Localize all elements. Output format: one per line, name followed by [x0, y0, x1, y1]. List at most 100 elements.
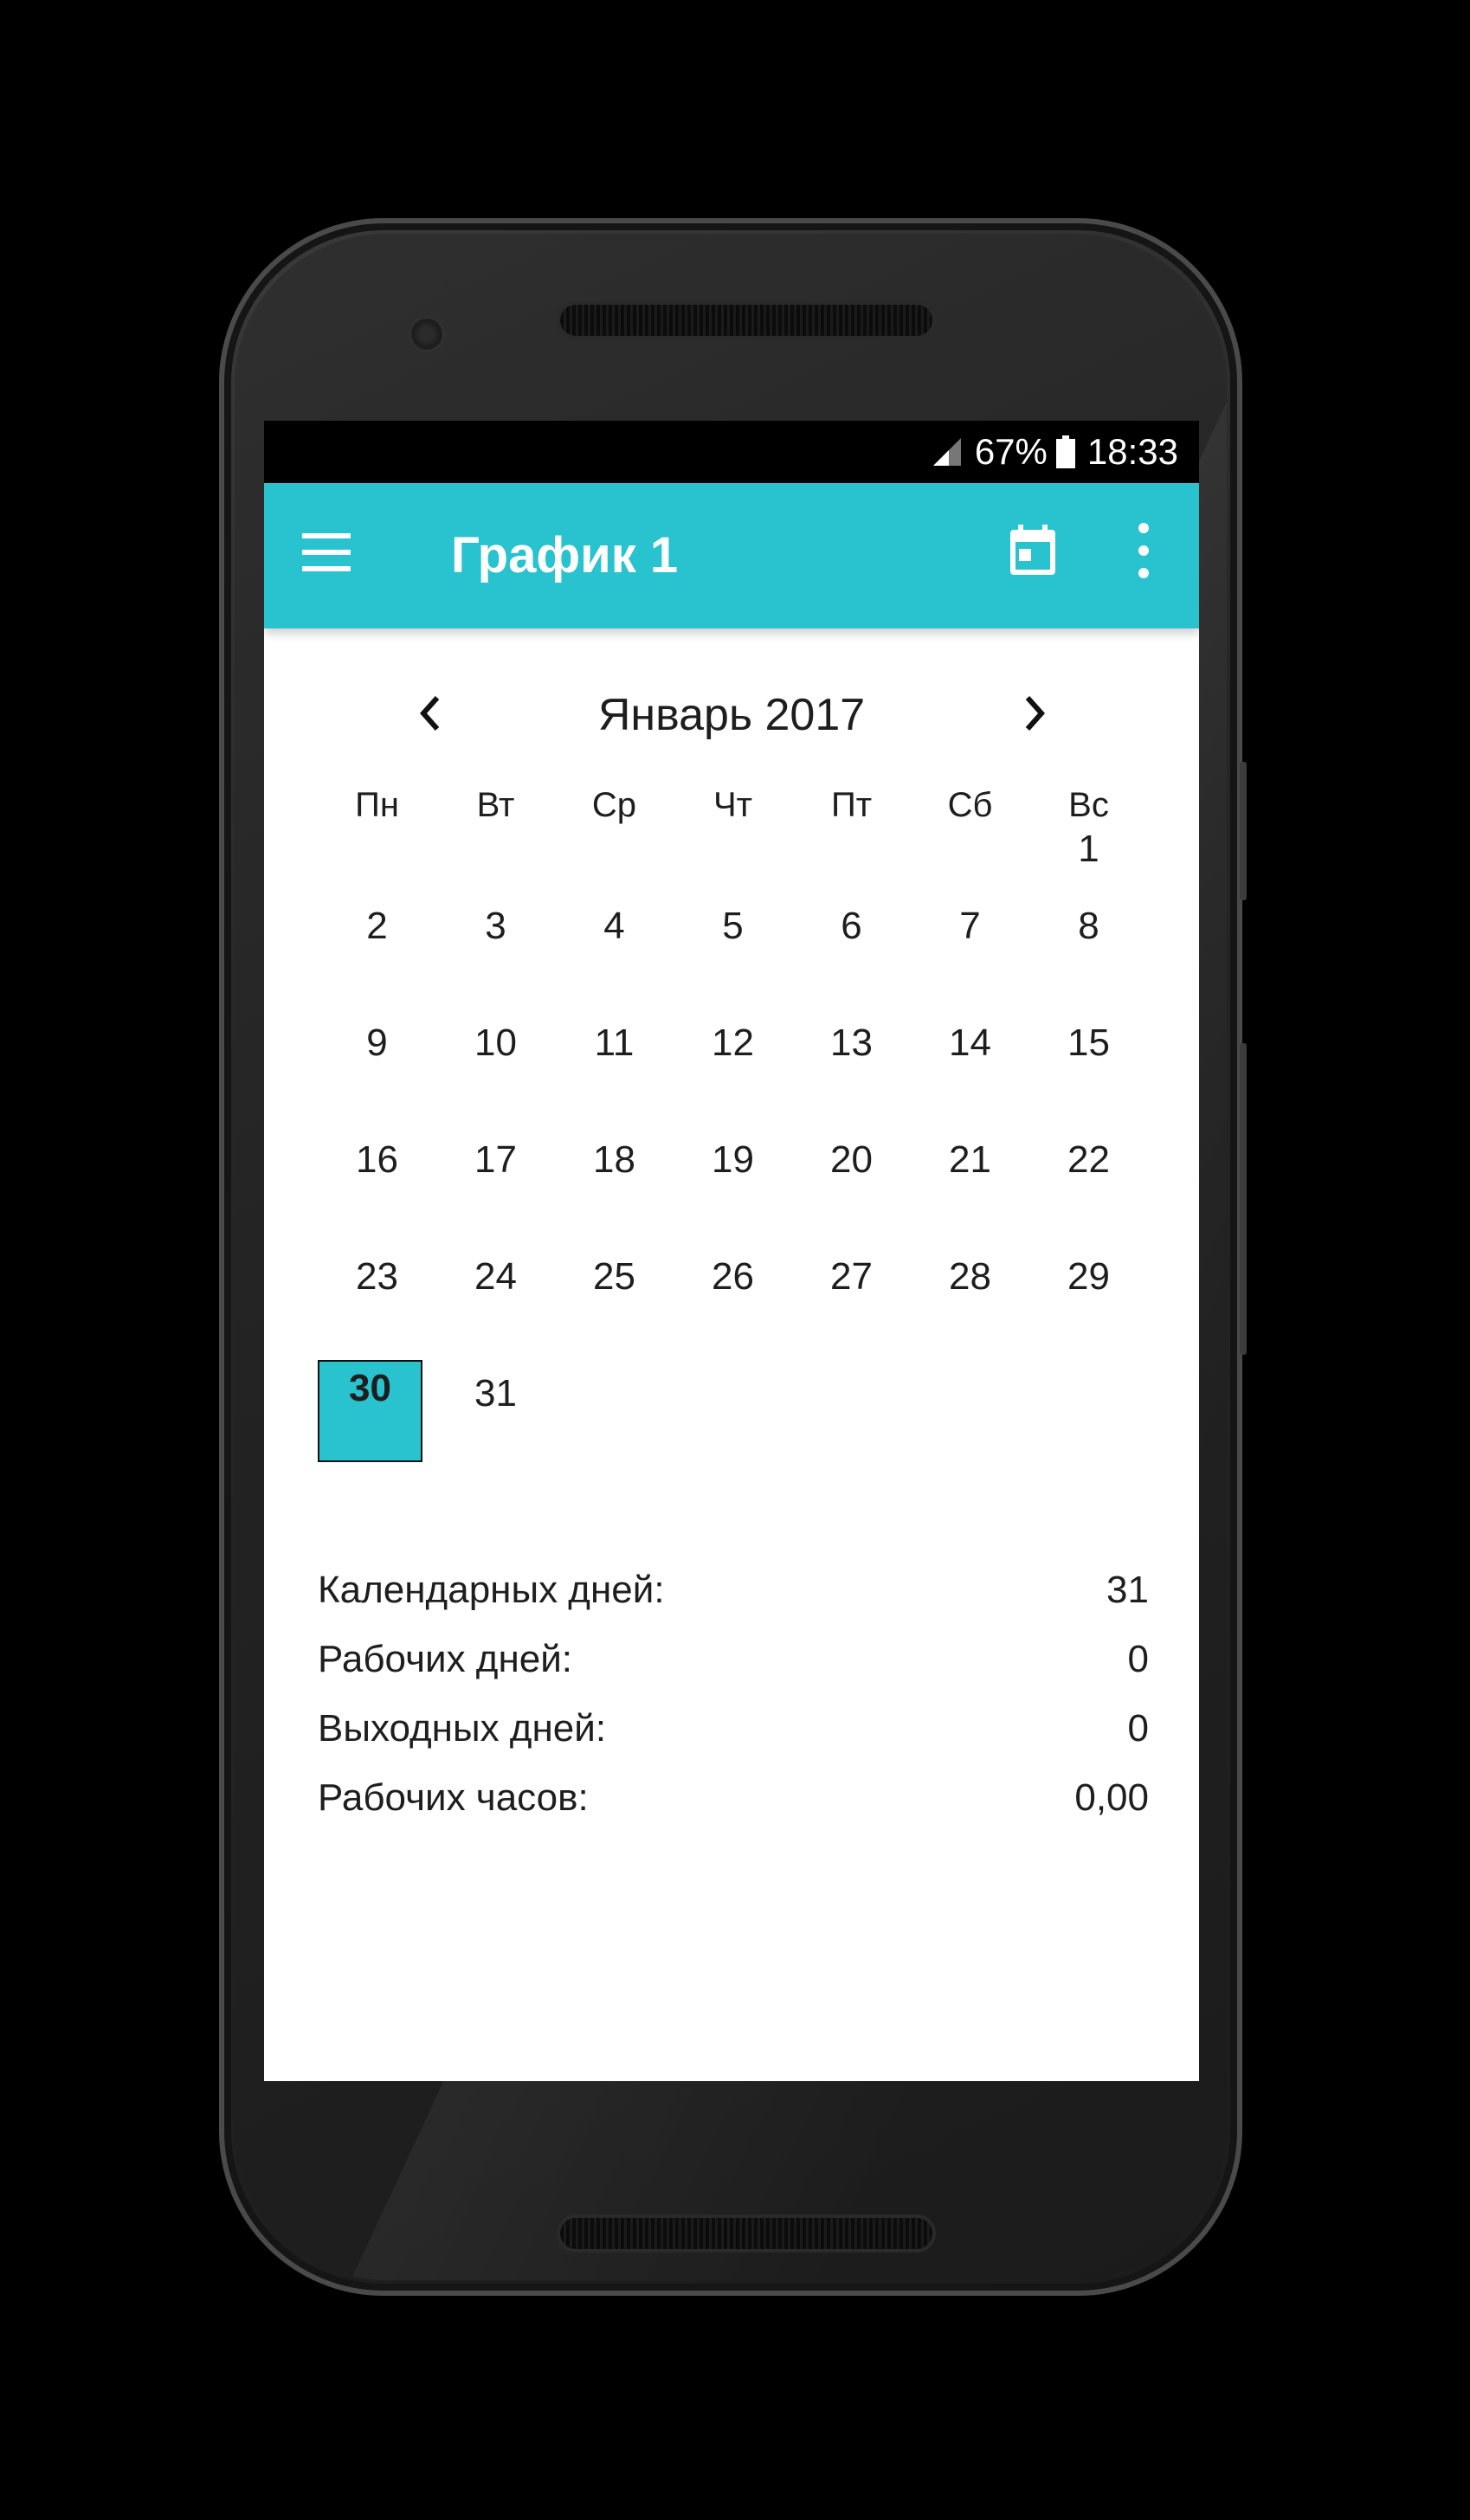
day-number: 16	[356, 1138, 398, 1181]
day-cell	[674, 1360, 792, 1477]
day-cell[interactable]: 7	[911, 893, 1029, 1009]
day-cell[interactable]: 18	[555, 1126, 674, 1243]
day-cell	[911, 1360, 1029, 1477]
weekday-label: Вт	[476, 786, 515, 824]
bottom-speaker-grille	[560, 2218, 932, 2249]
calendar-icon[interactable]	[1009, 525, 1057, 577]
calendar-week: 16 17 18 19 20 21 22	[318, 1126, 1149, 1243]
day-number: 10	[474, 1022, 517, 1064]
day-cell[interactable]: 20	[792, 1126, 911, 1243]
day-cell[interactable]: 24	[436, 1243, 555, 1360]
day-cell[interactable]: 16	[318, 1126, 436, 1243]
day-cell[interactable]: 15	[1029, 1009, 1148, 1126]
weekday-header: Пн Вт Ср Чт Пт Сб Вс	[318, 786, 1149, 838]
volume-button	[1240, 1043, 1247, 1355]
stat-value: 0,00	[1074, 1776, 1149, 1819]
day-cell[interactable]: 29	[1029, 1243, 1148, 1360]
day-number: 17	[474, 1138, 517, 1181]
battery-percent: 67%	[974, 431, 1048, 472]
day-cell[interactable]: 28	[911, 1243, 1029, 1360]
day-number: 8	[1078, 905, 1099, 947]
day-cell	[555, 1360, 674, 1477]
day-cell	[792, 1360, 911, 1477]
stat-row-days-off: Выходных дней: 0	[318, 1698, 1149, 1768]
day-cell[interactable]: 2	[318, 893, 436, 1009]
day-cell[interactable]: 14	[911, 1009, 1029, 1126]
day-cell[interactable]: 25	[555, 1243, 674, 1360]
stat-label: Календарных дней:	[318, 1569, 665, 1611]
day-cell[interactable]: 5	[674, 893, 792, 1009]
day-cell[interactable]: 12	[674, 1009, 792, 1126]
front-camera	[411, 319, 442, 350]
day-cell[interactable]: 3	[436, 893, 555, 1009]
day-cell[interactable]: 23	[318, 1243, 436, 1360]
signal-icon	[932, 438, 961, 466]
day-cell[interactable]: 10	[436, 1009, 555, 1126]
day-number: 2	[366, 905, 388, 947]
day-number: 20	[830, 1138, 873, 1181]
day-number: 13	[830, 1022, 873, 1064]
stat-value: 31	[1106, 1569, 1149, 1611]
day-number: 1	[1078, 828, 1099, 870]
status-time: 18:33	[1086, 431, 1178, 472]
day-number: 15	[1067, 1022, 1110, 1064]
day-cell[interactable]: 11	[555, 1009, 674, 1126]
day-number: 7	[959, 905, 981, 947]
stat-row-calendar-days: Календарных дней: 31	[318, 1560, 1149, 1629]
day-number: 3	[485, 905, 506, 947]
day-cell-selected[interactable]: 30	[318, 1360, 436, 1477]
power-button	[1240, 762, 1247, 900]
chevron-right-icon[interactable]	[1014, 687, 1055, 739]
day-number: 27	[830, 1255, 873, 1298]
weekday-label: Пт	[830, 786, 873, 824]
app-bar: График 1	[264, 483, 1199, 628]
app-title: График 1	[451, 527, 679, 583]
day-cell[interactable]: 17	[436, 1126, 555, 1243]
day-cell[interactable]: 27	[792, 1243, 911, 1360]
stat-row-working-days: Рабочих дней: 0	[318, 1629, 1149, 1698]
status-bar: 67% 18:33	[264, 421, 1199, 483]
day-number: 4	[603, 905, 625, 947]
day-cell[interactable]: 22	[1029, 1126, 1148, 1243]
day-number: 23	[356, 1255, 398, 1298]
day-cell[interactable]: 8	[1029, 893, 1148, 1009]
day-number: 25	[593, 1255, 635, 1298]
day-number: 29	[1067, 1255, 1110, 1298]
calendar-week: 9 10 11 12 13 14 15	[318, 1009, 1149, 1126]
month-title: Январь 2017	[597, 690, 866, 740]
day-number: 9	[366, 1022, 388, 1064]
battery-icon	[1055, 435, 1075, 468]
stat-label: Выходных дней:	[318, 1707, 607, 1750]
more-vert-icon[interactable]	[1133, 523, 1154, 578]
day-cell[interactable]: 6	[792, 893, 911, 1009]
day-number: 24	[474, 1255, 517, 1298]
day-cell[interactable]: 4	[555, 893, 674, 1009]
day-number: 19	[712, 1138, 754, 1181]
day-number: 11	[594, 1022, 635, 1064]
day-number: 5	[722, 905, 744, 947]
day-cell[interactable]: 9	[318, 1009, 436, 1126]
day-number: 12	[712, 1022, 754, 1064]
day-cell[interactable]: 31	[436, 1360, 555, 1477]
calendar-week: 23 24 25 26 27 28 29	[318, 1243, 1149, 1360]
day-number: 26	[712, 1255, 754, 1298]
day-cell[interactable]: 19	[674, 1126, 792, 1243]
day-cell[interactable]: 26	[674, 1243, 792, 1360]
stat-value: 0	[1127, 1638, 1149, 1680]
day-number: 6	[841, 905, 862, 947]
weekday-label: Сб	[947, 786, 993, 824]
month-navigation: Январь 2017	[264, 680, 1199, 750]
day-number: 30	[349, 1367, 391, 1409]
day-cell[interactable]: 21	[911, 1126, 1029, 1243]
month-statistics: Календарных дней: 31 Рабочих дней: 0 Вых…	[318, 1560, 1149, 1837]
day-number: 31	[474, 1372, 517, 1415]
menu-icon[interactable]	[302, 533, 351, 571]
stat-row-working-hours: Рабочих часов: 0,00	[318, 1768, 1149, 1837]
day-number: 18	[593, 1138, 635, 1181]
top-speaker-grille	[560, 305, 932, 336]
calendar-grid: 1 2 3 4 5 6 7 8 9 10 11 12 13 14 15 16 1…	[318, 828, 1149, 1477]
weekday-label: Чт	[713, 786, 752, 824]
day-number: 22	[1067, 1138, 1110, 1181]
day-cell[interactable]: 13	[792, 1009, 911, 1126]
day-number: 28	[949, 1255, 991, 1298]
